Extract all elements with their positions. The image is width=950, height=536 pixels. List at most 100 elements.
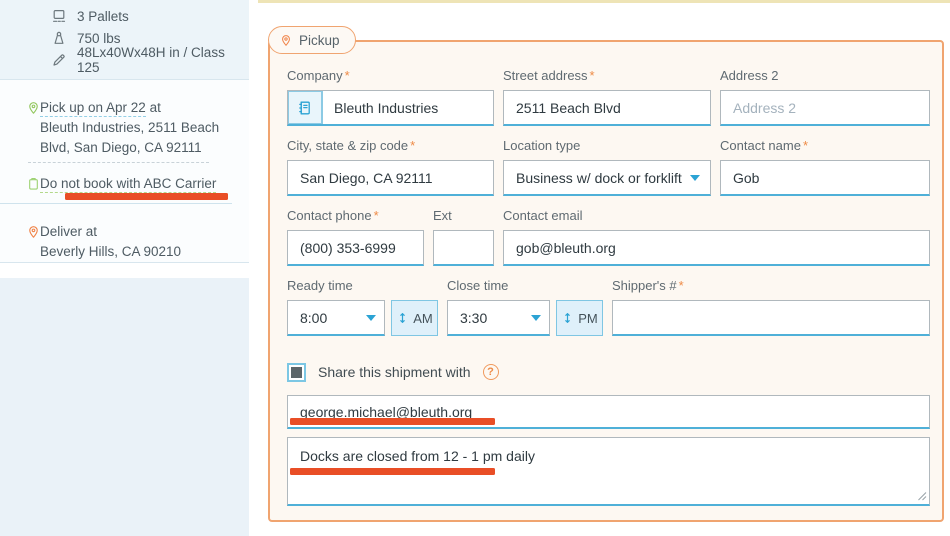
annotation-underline xyxy=(65,193,228,200)
contact-email-field: Contact email xyxy=(503,208,930,266)
required-marker: * xyxy=(345,68,350,83)
location-type-select[interactable]: Business w/ dock or forklift xyxy=(503,160,711,196)
address2-label: Address 2 xyxy=(720,68,930,83)
ready-time-select[interactable]: 8:00 xyxy=(287,300,385,336)
form-row-2: City, state & zip code* Location type Bu… xyxy=(287,138,930,196)
pickup-form: Company* Street address* Address 2 C xyxy=(268,40,944,522)
required-marker: * xyxy=(590,68,595,83)
shipper-number-field: Shipper's #* xyxy=(612,278,930,336)
contact-name-input[interactable] xyxy=(720,160,930,196)
pickup-section-title: Pickup xyxy=(299,33,340,48)
special-instructions-wrap: Docks are closed from 12 - 1 pm daily xyxy=(287,437,930,506)
carrier-note-text: Do not book with ABC Carrier xyxy=(40,174,216,194)
pickup-section-badge: Pickup xyxy=(268,26,356,54)
ready-meridiem-toggle[interactable]: AM xyxy=(391,300,438,336)
company-label: Company* xyxy=(287,68,494,83)
contact-email-input[interactable] xyxy=(503,230,930,266)
weight-icon xyxy=(52,31,66,45)
carrier-note-link[interactable]: Do not book with ABC Carrier xyxy=(40,176,216,193)
share-shipment-checkbox[interactable] xyxy=(287,363,306,382)
form-row-1: Company* Street address* Address 2 xyxy=(287,68,930,126)
summary-dimensions-text: 48Lx40Wx48H in / Class 125 xyxy=(77,45,249,75)
contact-phone-input[interactable] xyxy=(287,230,424,266)
stops-panel: Pick up on Apr 22 at Bleuth Industries, … xyxy=(0,80,249,263)
form-row-4: Ready time 8:00 AM Close time xyxy=(287,278,930,336)
pickup-pin-icon xyxy=(27,101,40,158)
pickup-suffix: at xyxy=(150,100,161,115)
company-field: Company* xyxy=(287,68,494,126)
pickup-pin-icon xyxy=(280,34,292,47)
ext-field: Ext xyxy=(433,208,494,266)
deliver-stop: Deliver at Beverly Hills, CA 90210 xyxy=(0,222,249,262)
city-label: City, state & zip code* xyxy=(287,138,494,153)
contact-email-label: Contact email xyxy=(503,208,930,223)
form-row-3: Contact phone* Ext Contact email xyxy=(287,208,930,266)
note-clipboard-icon xyxy=(27,177,40,194)
share-shipment-row: Share this shipment with ? xyxy=(287,362,930,382)
checkbox-checked-mark xyxy=(291,367,302,378)
annotation-underline xyxy=(290,468,495,475)
sidebar-footer xyxy=(0,278,249,536)
ready-time-label: Ready time xyxy=(287,278,438,293)
ready-meridiem-value: AM xyxy=(413,311,433,326)
chevron-down-icon xyxy=(531,315,541,321)
ready-time-value: 8:00 xyxy=(300,310,327,326)
close-time-select[interactable]: 3:30 xyxy=(447,300,550,336)
deliver-pin-icon xyxy=(27,225,40,262)
dimensions-icon xyxy=(52,53,66,67)
share-shipment-label: Share this shipment with xyxy=(318,364,471,380)
deliver-title: Deliver at xyxy=(40,224,97,239)
chevron-down-icon xyxy=(690,175,700,181)
summary-dimensions: 48Lx40Wx48H in / Class 125 xyxy=(0,49,249,71)
section-divider xyxy=(0,203,232,204)
contact-phone-field: Contact phone* xyxy=(287,208,424,266)
textarea-resize-handle[interactable] xyxy=(917,491,927,501)
ext-input[interactable] xyxy=(433,230,494,266)
location-type-value: Business w/ dock or forklift xyxy=(516,170,682,186)
location-type-field: Location type Business w/ dock or forkli… xyxy=(503,138,711,196)
street-address-field: Street address* xyxy=(503,68,711,126)
shipment-sidebar: 3 Pallets 750 lbs 48Lx40Wx48H in / Class… xyxy=(0,0,250,536)
location-type-label: Location type xyxy=(503,138,711,153)
required-marker: * xyxy=(410,138,415,153)
close-time-label: Close time xyxy=(447,278,603,293)
pickup-address-line1: Bleuth Industries, 2511 Beach xyxy=(40,120,219,135)
dashed-divider xyxy=(28,162,209,163)
pickup-address-line2: Blvd, San Diego, CA 92111 xyxy=(40,140,202,155)
shipment-summary-panel: 3 Pallets 750 lbs 48Lx40Wx48H in / Class… xyxy=(0,0,249,80)
swap-vertical-icon xyxy=(561,311,574,325)
street-address-label: Street address* xyxy=(503,68,711,83)
company-input[interactable] xyxy=(323,91,493,124)
chevron-down-icon xyxy=(366,315,376,321)
contact-phone-label: Contact phone* xyxy=(287,208,424,223)
close-meridiem-toggle[interactable]: PM xyxy=(556,300,603,336)
pallet-icon xyxy=(52,9,66,23)
address-book-icon[interactable] xyxy=(288,91,323,124)
deliver-address: Beverly Hills, CA 90210 xyxy=(40,244,181,259)
help-icon[interactable]: ? xyxy=(483,364,499,380)
shipper-number-input[interactable] xyxy=(612,300,930,336)
required-marker: * xyxy=(374,208,379,223)
address2-input[interactable] xyxy=(720,90,930,126)
company-input-wrap xyxy=(287,90,494,126)
carrier-note: Do not book with ABC Carrier xyxy=(0,174,249,194)
summary-weight-text: 750 lbs xyxy=(77,31,121,46)
close-time-field: Close time 3:30 PM xyxy=(447,278,603,336)
pickup-date-link[interactable]: Pick up on Apr 22 xyxy=(40,100,146,117)
booking-main-panel: Pickup Company* Street address* Address … xyxy=(258,0,950,536)
summary-pallets: 3 Pallets xyxy=(0,5,249,27)
street-address-input[interactable] xyxy=(503,90,711,126)
summary-pallets-text: 3 Pallets xyxy=(77,9,129,24)
pickup-stop: Pick up on Apr 22 at Bleuth Industries, … xyxy=(0,80,249,158)
ready-time-field: Ready time 8:00 AM xyxy=(287,278,438,336)
contact-name-field: Contact name* xyxy=(720,138,930,196)
address2-field: Address 2 xyxy=(720,68,930,126)
required-marker: * xyxy=(679,278,684,293)
city-field: City, state & zip code* xyxy=(287,138,494,196)
ext-label: Ext xyxy=(433,208,494,223)
top-accent-band xyxy=(258,0,950,3)
annotation-underline xyxy=(290,418,495,425)
swap-vertical-icon xyxy=(396,311,409,325)
city-input[interactable] xyxy=(287,160,494,196)
required-marker: * xyxy=(803,138,808,153)
